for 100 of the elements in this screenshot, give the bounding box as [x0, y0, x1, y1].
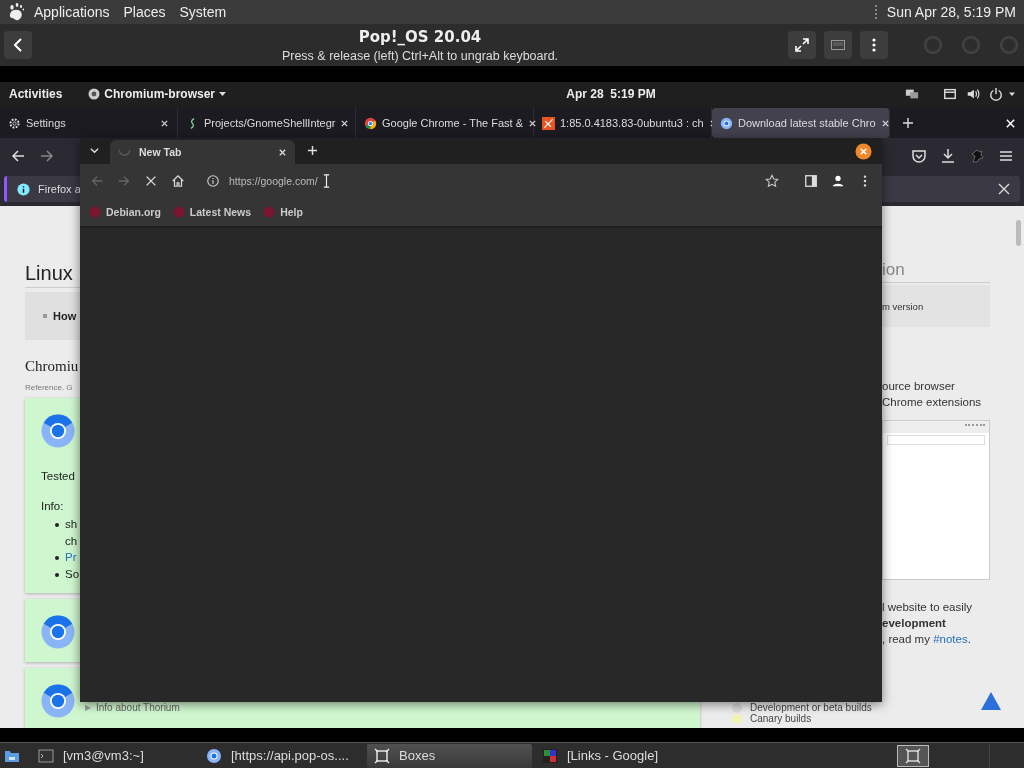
chromium-logo-icon — [720, 116, 733, 130]
chromium-logo-icon — [206, 747, 222, 764]
taskbar-label: [vm3@vm3:~] — [63, 748, 144, 763]
close-window-icon[interactable] — [855, 142, 872, 160]
taskbar-label: [https://api.pop-os.... — [231, 748, 349, 763]
chromium-logo-icon — [88, 88, 101, 100]
chromium-logo-icon — [41, 615, 75, 649]
bookmark-label: Latest News — [189, 206, 252, 218]
window-subtitle: Press & release (left) Ctrl+Alt to ungrab keyboard. — [281, 48, 559, 63]
details-toggle[interactable]: Info about Thorium — [85, 702, 180, 713]
paragraph-text: evelopment — [882, 616, 947, 631]
panel-menu[interactable]: System — [179, 4, 227, 20]
close-tab-icon[interactable] — [880, 118, 890, 128]
taskbar-label: Boxes — [399, 748, 436, 763]
chromium-logo-icon — [41, 684, 75, 718]
bullet-icon — [43, 314, 47, 318]
extension-icon[interactable] — [969, 148, 985, 164]
list-link[interactable]: Pr — [65, 549, 77, 566]
url-text: https://google.com/ — [229, 175, 318, 187]
menu-button[interactable] — [860, 31, 888, 59]
bookmark-item[interactable]: Latest News — [172, 206, 252, 218]
bullet-icon — [55, 572, 59, 577]
contents-link[interactable]: m version — [882, 300, 924, 312]
links-app-icon — [542, 747, 558, 764]
reference-text: Reference. G — [25, 383, 74, 392]
bookmark-dot-icon — [89, 206, 101, 218]
address-bar[interactable]: https://google.com/ — [206, 174, 318, 188]
menu-icon — [872, 38, 876, 52]
info-icon — [17, 182, 30, 196]
close-tab-icon[interactable] — [340, 118, 350, 128]
tab-search-icon[interactable] — [89, 145, 100, 156]
taskbar-item[interactable]: [vm3@vm3:~] — [31, 743, 196, 768]
chromium-logo-icon — [41, 414, 75, 448]
bookmark-star-icon[interactable] — [765, 174, 779, 188]
taskbar-item[interactable]: [Links - Google] — [535, 743, 700, 768]
taskbar-item[interactable]: [https://api.pop-os.... — [199, 743, 364, 768]
close-tab-icon[interactable] — [278, 147, 287, 157]
card-text: Tested — [41, 470, 76, 482]
keyboard-button[interactable] — [824, 31, 852, 59]
volume-icon[interactable] — [966, 87, 980, 101]
download-icon[interactable] — [940, 148, 956, 164]
screens-icon[interactable] — [905, 87, 919, 101]
close-tab-icon[interactable] — [160, 118, 169, 128]
activities-button[interactable]: Activities — [9, 87, 63, 101]
new-tab-icon[interactable] — [902, 117, 914, 129]
bullet-icon — [55, 523, 59, 527]
caret-icon — [219, 92, 227, 96]
bookmark-label: Help — [280, 206, 303, 218]
display-icon[interactable] — [943, 87, 957, 101]
bookmark-dot-icon — [172, 206, 185, 218]
close-icon[interactable] — [998, 183, 1010, 195]
app-menu[interactable]: Chromium-browser — [88, 87, 227, 101]
profile-icon[interactable] — [831, 174, 845, 188]
notes-link[interactable]: #notes — [933, 633, 968, 645]
bullet-icon — [55, 556, 59, 560]
info-icon[interactable] — [206, 174, 220, 188]
power-icon[interactable] — [989, 87, 1003, 101]
scroll-top-icon[interactable] — [981, 692, 1001, 710]
chevron-left-icon — [14, 38, 22, 52]
triangle-right-icon — [85, 704, 91, 711]
scrollbar-thumb[interactable] — [1016, 220, 1021, 246]
option-label: Development or beta builds — [750, 703, 872, 714]
fullscreen-button[interactable] — [788, 31, 816, 59]
home-icon[interactable] — [171, 174, 185, 188]
fullscreen-icon — [795, 38, 809, 52]
boxes-icon — [374, 747, 390, 764]
back-icon[interactable] — [10, 148, 26, 164]
stop-icon[interactable] — [144, 174, 158, 188]
gnome-clock[interactable]: Apr 28 5:19 PM — [566, 87, 656, 101]
list-item: sh ch — [65, 517, 78, 549]
paragraph-text: Chrome extensions — [882, 395, 983, 410]
new-tab-icon[interactable] — [307, 145, 318, 156]
close-window-icon[interactable] — [1005, 117, 1016, 129]
browser-tab[interactable]: Download latest stable Chro — [712, 108, 890, 138]
caret-icon[interactable] — [1008, 90, 1016, 98]
panel-menu[interactable]: Places — [123, 4, 166, 20]
panel-menu[interactable]: Applications — [34, 4, 110, 20]
paragraph-text: ource browser — [882, 379, 956, 394]
browser-tab[interactable]: New Tab — [110, 140, 295, 164]
list-item: So — [65, 566, 80, 582]
back-button[interactable] — [4, 31, 32, 59]
workspace-switcher[interactable] — [897, 744, 929, 767]
bookmark-item[interactable]: Help — [263, 206, 303, 218]
launchpad-icon — [542, 116, 555, 130]
close-tab-icon[interactable] — [528, 118, 538, 128]
menu-icon[interactable] — [998, 148, 1014, 164]
gear-icon — [8, 116, 21, 130]
chrome-logo-icon — [364, 116, 377, 130]
taskbar-label: [Links - Google] — [567, 748, 659, 763]
panel-clock: Sun Apr 28, 5:19 PM — [886, 4, 1016, 20]
side-panel-icon[interactable] — [804, 174, 818, 188]
bookmark-item[interactable]: Debian.org — [89, 206, 161, 218]
paragraph-text: l website to easily — [882, 600, 974, 615]
taskbar-item[interactable]: Boxes — [367, 743, 532, 768]
contents-link[interactable]: How — [53, 310, 77, 322]
paragraph-text: , read my #notes. — [882, 632, 972, 647]
section-title: Chromiu — [25, 358, 80, 375]
window-title: Pop!_OS 20.04 — [358, 27, 482, 46]
forward-icon[interactable] — [39, 148, 55, 164]
pocket-icon[interactable] — [911, 148, 927, 164]
